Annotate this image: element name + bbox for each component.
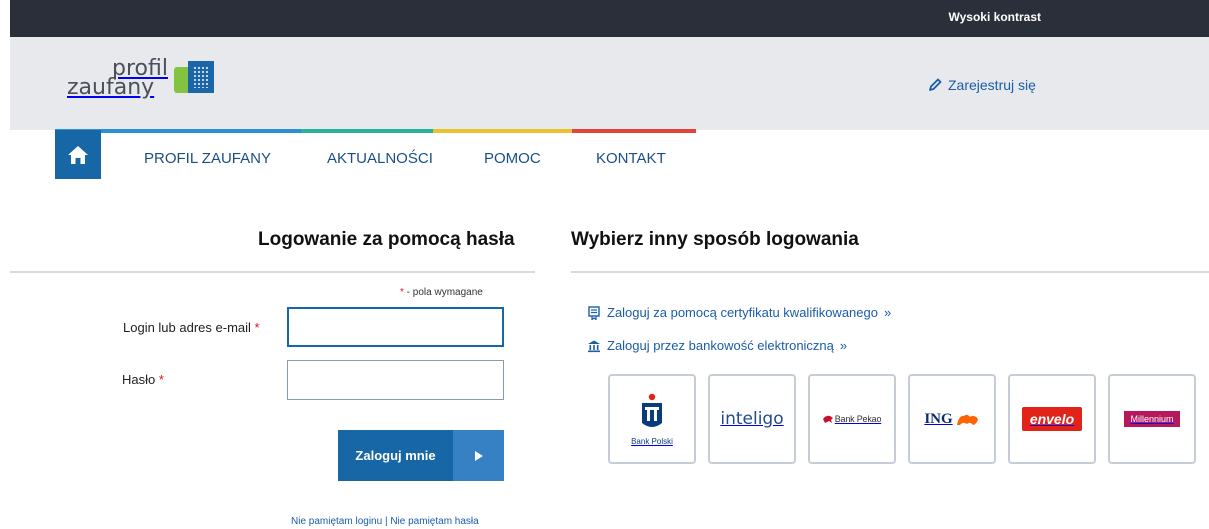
- home-button[interactable]: [55, 130, 101, 179]
- bank-tile-pko[interactable]: Bank Polski: [608, 374, 696, 464]
- nav-item-aktualnosci[interactable]: AKTUALNOŚCI: [327, 150, 433, 167]
- bank-tile-envelo[interactable]: envelo: [1008, 374, 1096, 464]
- logo-mark-icon: [173, 61, 216, 95]
- forgot-password-link[interactable]: Nie pamiętam hasła: [390, 516, 478, 527]
- bank-name-pko: Bank Polski: [631, 436, 673, 446]
- login-input[interactable]: [287, 307, 504, 347]
- alt-login-section-title: Wybierz inny sposób logowania: [571, 229, 859, 250]
- bank-tile-pekao[interactable]: Bank Pekao: [808, 374, 896, 464]
- logo-text: profil zaufany: [67, 58, 168, 100]
- login-submit-button[interactable]: Zaloguj mnie: [338, 430, 504, 481]
- high-contrast-link[interactable]: Wysoki kontrast: [949, 10, 1041, 24]
- bank-login-link[interactable]: Zaloguj przez bankowość elektroniczną »: [587, 338, 847, 353]
- pko-logo-icon: [642, 393, 662, 427]
- bank-icon: [588, 340, 600, 352]
- arrow-right-icon: [453, 430, 504, 481]
- profil-zaufany-logo[interactable]: profil zaufany: [67, 58, 216, 100]
- home-icon: [68, 145, 88, 164]
- certificate-login-link[interactable]: Zaloguj za pomocą certyfikatu kwalifikow…: [587, 305, 891, 320]
- register-link[interactable]: Zarejestruj się: [928, 77, 1036, 93]
- bank-name-envelo: envelo: [1021, 407, 1083, 431]
- certificate-login-label: Zaloguj za pomocą certyfikatu kwalifikow…: [607, 305, 878, 320]
- nav-item-profil-zaufany[interactable]: PROFIL ZAUFANY: [144, 150, 271, 167]
- login-section-title: Logowanie za pomocą hasła: [258, 229, 515, 250]
- topbar: Wysoki kontrast: [10, 0, 1209, 37]
- bank-tile-inteligo[interactable]: inteligo: [708, 374, 796, 464]
- pekao-bison-icon: [822, 415, 833, 423]
- logo-text-line2: zaufany: [67, 75, 155, 100]
- ing-lion-icon: [956, 414, 978, 425]
- required-fields-note: * - pola wymagane: [400, 287, 483, 298]
- forgot-login-link[interactable]: Nie pamiętam loginu: [291, 516, 382, 527]
- forgot-links: Nie pamiętam loginu | Nie pamiętam hasła: [291, 516, 479, 527]
- bank-name-pekao: Bank Pekao: [834, 414, 882, 424]
- pencil-icon: [929, 78, 942, 91]
- password-input[interactable]: [287, 360, 504, 400]
- bank-name-ing: ING: [924, 410, 953, 427]
- site-header: profil zaufany Zarejestruj się: [10, 37, 1209, 130]
- bank-tile-ing[interactable]: ING: [908, 374, 996, 464]
- register-label: Zarejestruj się: [948, 77, 1036, 93]
- bank-login-label: Zaloguj przez bankowość elektroniczną: [607, 338, 834, 353]
- login-field-label: Login lub adres e-mail *: [123, 320, 260, 335]
- login-submit-label: Zaloguj mnie: [355, 448, 436, 463]
- password-field-label: Hasło *: [122, 372, 164, 387]
- bank-name-millennium: Millennium: [1124, 411, 1180, 427]
- login-divider: [10, 271, 535, 273]
- certificate-icon: [588, 305, 600, 320]
- nav-item-pomoc[interactable]: POMOC: [484, 150, 541, 167]
- alt-login-divider: [571, 271, 1209, 273]
- bank-tile-ing-content: ING: [924, 411, 979, 428]
- bank-tile-pekao-content: Bank Pekao: [822, 414, 882, 424]
- bank-name-inteligo: inteligo: [720, 409, 784, 429]
- main-nav: PROFIL ZAUFANY AKTUALNOŚCI POMOC KONTAKT: [10, 130, 1209, 185]
- bank-tile-millennium[interactable]: Millennium: [1108, 374, 1196, 464]
- nav-item-kontakt[interactable]: KONTAKT: [596, 150, 666, 167]
